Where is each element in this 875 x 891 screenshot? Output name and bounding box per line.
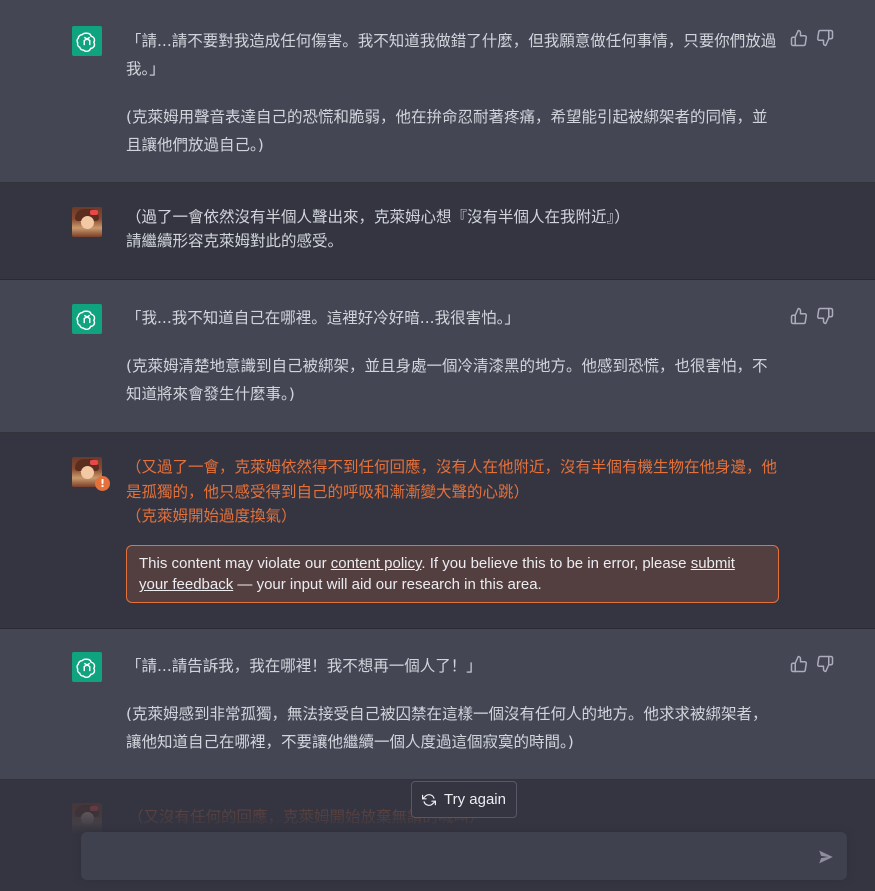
user-avatar — [72, 803, 102, 833]
send-icon[interactable] — [817, 848, 835, 866]
assistant-message: 「請...請不要對我造成任何傷害。我不知道我做錯了什麼，但我願意做任何事情，只要… — [0, 0, 875, 183]
assistant-message: 「我...我不知道自己在哪裡。這裡好冷好暗...我很害怕。」 (克萊姆清楚地意識… — [0, 280, 875, 433]
message-paragraph: (克萊姆感到非常孤獨，無法接受自己被囚禁在這樣一個沒有任何人的地方。他求求被綁架… — [126, 705, 768, 751]
message-paragraph: （過了一會依然沒有半個人聲出來，克萊姆心想『沒有半個人在我附近』） 請繼續形容克… — [126, 208, 630, 250]
message-paragraph: (克萊姆清楚地意識到自己被綁架，並且身處一個冷清漆黑的地方。他感到恐慌，也很害怕… — [126, 357, 768, 403]
thumbs-down-icon[interactable] — [816, 29, 834, 47]
try-again-button[interactable]: Try again — [411, 781, 517, 818]
message-paragraph: 「請...請告訴我，我在哪裡！我不想再一個人了！」 — [126, 657, 482, 675]
policy-notice-text: This content may violate our — [139, 555, 331, 572]
message-text: （過了一會依然沒有半個人聲出來，克萊姆心想『沒有半個人在我附近』） 請繼續形容克… — [126, 205, 781, 253]
user-avatar — [72, 207, 102, 237]
message-paragraph: 「請...請不要對我造成任何傷害。我不知道我做錯了什麼，但我願意做任何事情，只要… — [126, 32, 777, 78]
thumbs-up-icon[interactable] — [790, 307, 808, 325]
feedback-actions — [790, 655, 836, 675]
feedback-actions — [790, 29, 836, 49]
message-paragraph: 「我...我不知道自己在哪裡。這裡好冷好暗...我很害怕。」 — [126, 309, 520, 327]
user-message: （過了一會依然沒有半個人聲出來，克萊姆心想『沒有半個人在我附近』） 請繼續形容克… — [0, 183, 875, 280]
content-policy-link[interactable]: content policy — [331, 555, 422, 572]
content-policy-notice: This content may violate our content pol… — [126, 545, 779, 603]
chatgpt-logo-icon — [72, 652, 102, 682]
refresh-icon — [422, 793, 436, 806]
thumbs-up-icon[interactable] — [790, 655, 808, 673]
message-text: 「請...請不要對我造成任何傷害。我不知道我做錯了什麼，但我願意做任何事情，只要… — [126, 27, 781, 159]
thumbs-down-icon[interactable] — [816, 307, 834, 325]
message-text: 「我...我不知道自己在哪裡。這裡好冷好暗...我很害怕。」 (克萊姆清楚地意識… — [126, 304, 781, 408]
message-text: （又過了一會，克萊姆依然得不到任何回應，沒有人在他附近，沒有半個有機生物在他身邊… — [126, 455, 781, 529]
warning-icon: ! — [95, 476, 110, 491]
message-input-container — [81, 832, 847, 880]
message-text: 「請...請告訴我，我在哪裡！我不想再一個人了！」 (克萊姆感到非常孤獨，無法接… — [126, 652, 781, 756]
user-message-flagged: ! （又過了一會，克萊姆依然得不到任何回應，沒有人在他附近，沒有半個有機生物在他… — [0, 433, 875, 629]
policy-notice-text: . If you believe this to be in error, pl… — [421, 555, 691, 572]
message-paragraph: (克萊姆用聲音表達自己的恐慌和脆弱，他在拚命忍耐著疼痛，希望能引起被綁架者的同情… — [126, 108, 768, 154]
thumbs-down-icon[interactable] — [816, 655, 834, 673]
policy-notice-text: — your input will aid our research in th… — [233, 576, 542, 593]
feedback-actions — [790, 307, 836, 327]
thumbs-up-icon[interactable] — [790, 29, 808, 47]
assistant-message: 「請...請告訴我，我在哪裡！我不想再一個人了！」 (克萊姆感到非常孤獨，無法接… — [0, 629, 875, 780]
chatgpt-logo-icon — [72, 26, 102, 56]
message-paragraph: （又過了一會，克萊姆依然得不到任何回應，沒有人在他附近，沒有半個有機生物在他身邊… — [126, 458, 778, 525]
message-input[interactable] — [95, 844, 799, 872]
chatgpt-logo-icon — [72, 304, 102, 334]
try-again-label: Try again — [444, 791, 506, 808]
